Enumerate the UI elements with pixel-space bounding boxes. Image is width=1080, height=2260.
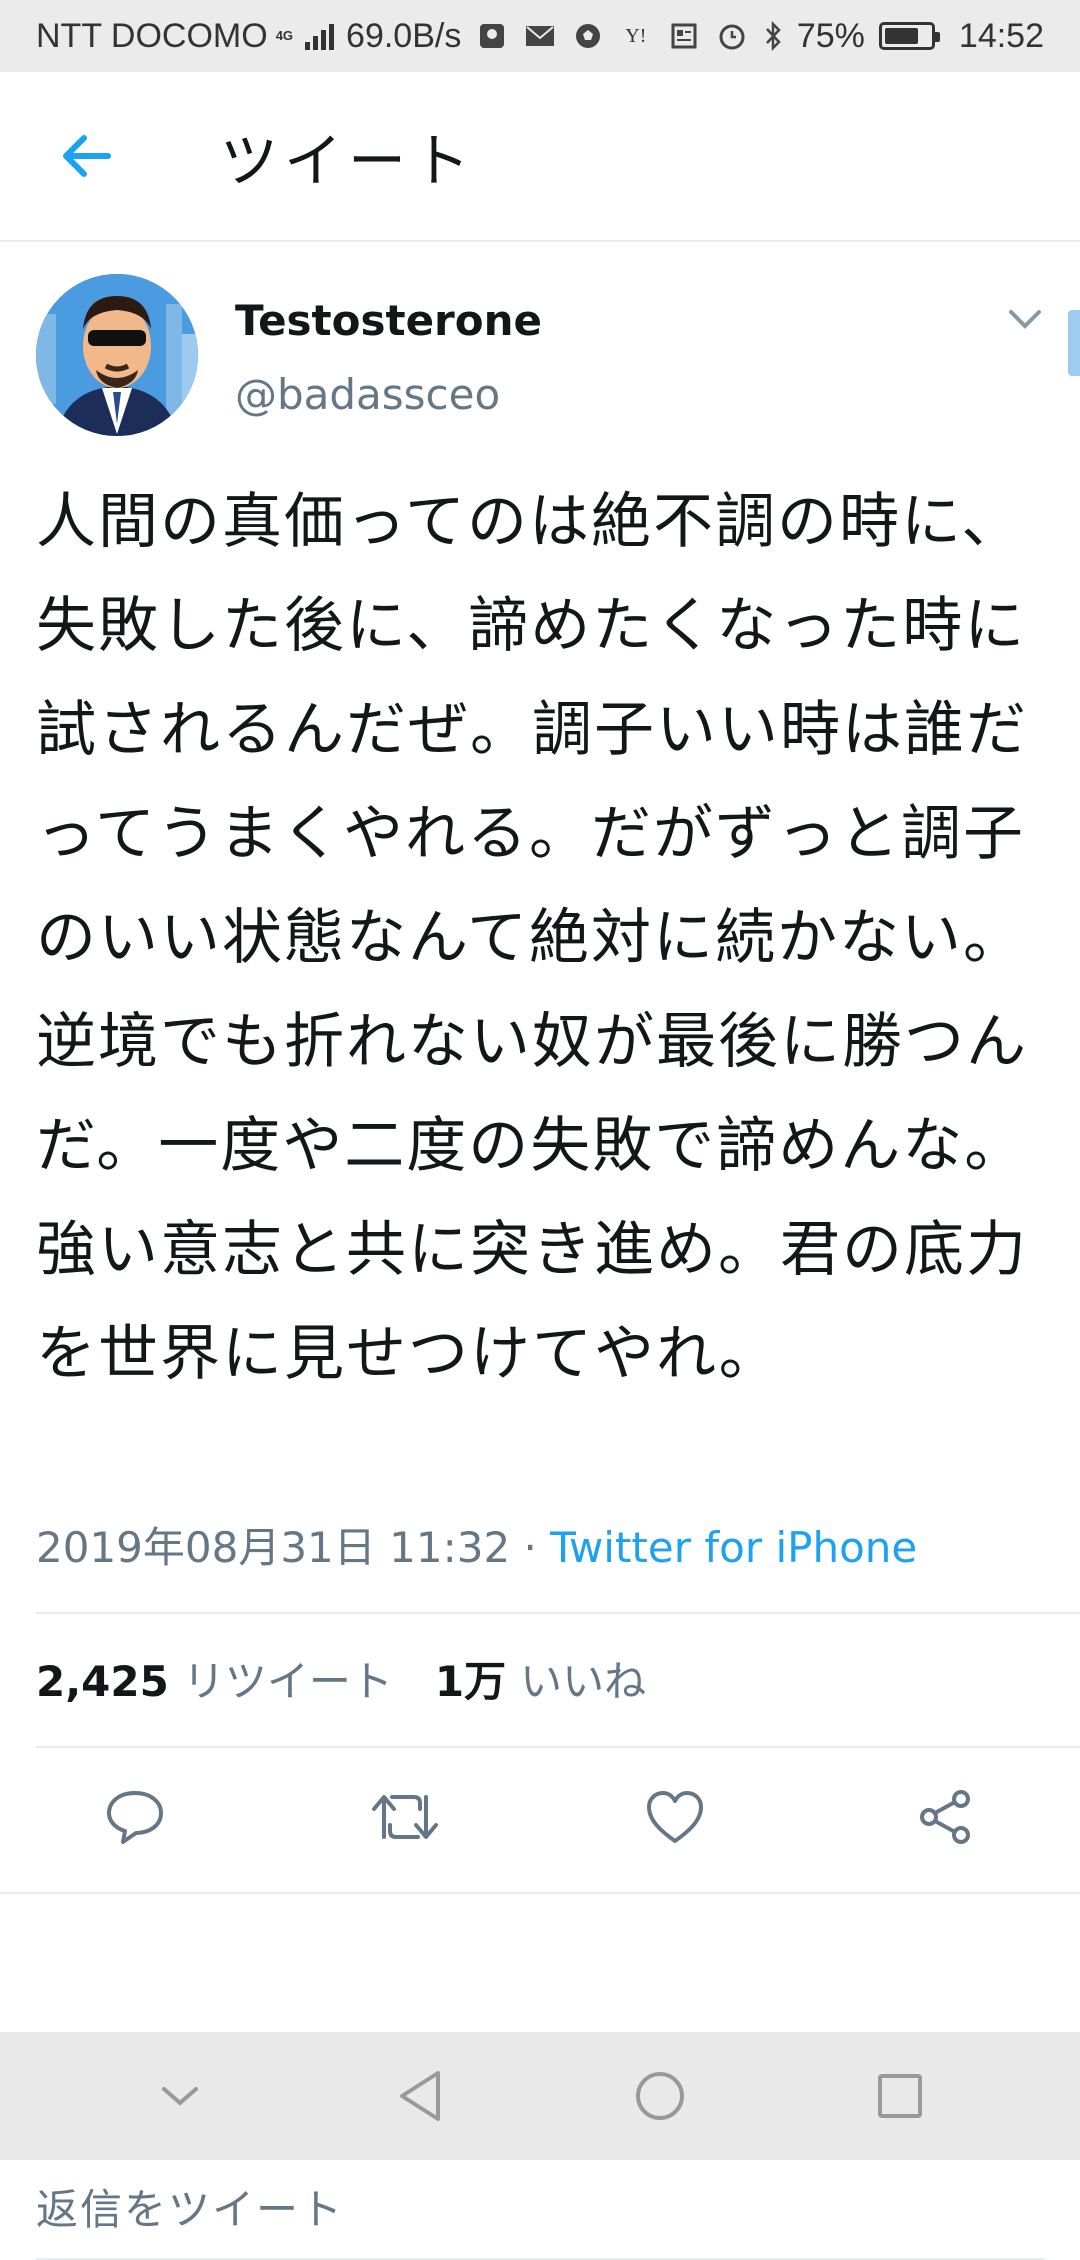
tweet-author: Testosterone @badassceo <box>0 244 1080 440</box>
author-name[interactable]: Testosterone <box>235 296 542 345</box>
tweet-timestamp: 2019年08月31日 11:32 <box>36 1523 511 1572</box>
carrier-name: NTT DOCOMO <box>36 16 268 55</box>
battery-percent: 75% <box>796 16 865 55</box>
like-label[interactable]: いいね <box>520 1648 646 1709</box>
clock: 14:52 <box>958 16 1044 55</box>
chevron-down-icon <box>1009 310 1041 329</box>
heart-icon <box>647 1791 703 1843</box>
divider <box>36 1746 1080 1748</box>
retweet-button[interactable] <box>270 1752 540 1882</box>
tweet-meta: 2019年08月31日 11:32 · Twitter for iPhone <box>36 1514 917 1575</box>
meta-separator: · <box>510 1523 551 1572</box>
tweet-text: 人間の真価ってのは絶不調の時に、失敗した後に、諦めたくなった時に試されるんだぜ。… <box>36 487 1028 1389</box>
reply-input[interactable]: 返信をツイート <box>36 2176 344 2237</box>
hide-nav-button[interactable] <box>135 2051 225 2141</box>
avatar[interactable] <box>36 274 198 436</box>
app-header: ツイート <box>0 72 1080 242</box>
home-nav-button[interactable] <box>615 2051 705 2141</box>
mail-icon <box>523 21 557 51</box>
bluetooth-icon <box>763 21 783 51</box>
divider <box>36 1612 1080 1614</box>
retweet-count[interactable]: 2,425 <box>36 1657 169 1706</box>
network-speed: 69.0B/s <box>346 16 462 55</box>
reply-icon <box>107 1791 163 1844</box>
chevron-down-icon <box>162 2087 198 2106</box>
location-icon <box>475 21 509 51</box>
share-icon <box>920 1790 970 1844</box>
retweet-label[interactable]: リツイート <box>183 1648 393 1709</box>
share-button[interactable] <box>810 1752 1080 1882</box>
home-circle-icon <box>636 2072 684 2120</box>
status-bar: NTT DOCOMO 4G 69.0B/s Y! 75% 14:52 <box>0 0 1080 72</box>
back-button[interactable] <box>36 106 136 206</box>
divider <box>0 1892 1080 1894</box>
soccer-icon <box>571 21 605 51</box>
tweet-source-link[interactable]: Twitter for iPhone <box>550 1523 917 1572</box>
recents-square-icon <box>878 2074 922 2118</box>
arrow-left-icon <box>63 135 111 177</box>
retweet-icon <box>372 1795 438 1839</box>
tweet-detail: Testosterone @badassceo 人間の真価ってのは絶不調の時に、… <box>0 244 1080 2260</box>
battery-icon <box>878 22 940 50</box>
recents-nav-button[interactable] <box>855 2051 945 2141</box>
alarm-icon <box>715 21 749 51</box>
tweet-actions <box>0 1752 1080 1882</box>
reply-button[interactable] <box>0 1752 270 1882</box>
back-triangle-icon <box>400 2071 440 2121</box>
scroll-indicator <box>1068 310 1080 376</box>
system-nav-bar <box>0 2032 1080 2160</box>
signal-icon <box>305 22 335 50</box>
like-count[interactable]: 1万 <box>435 1648 506 1709</box>
back-nav-button[interactable] <box>375 2051 465 2141</box>
page-title: ツイート <box>220 127 477 195</box>
like-button[interactable] <box>540 1752 810 1882</box>
tweet-stats: 2,425 リツイート 1万 いいね <box>36 1648 688 1709</box>
yahoo-icon: Y! <box>625 24 647 47</box>
network-type: 4G <box>275 28 294 43</box>
author-handle[interactable]: @badassceo <box>235 370 500 419</box>
tweet-menu-button[interactable] <box>1005 304 1055 344</box>
news-icon <box>667 21 701 51</box>
